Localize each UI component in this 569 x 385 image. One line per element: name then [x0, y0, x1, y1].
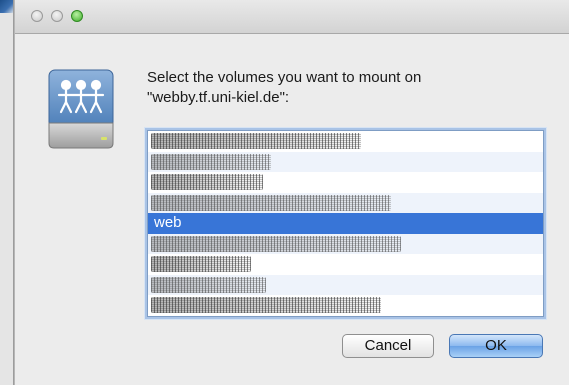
redacted-volume-name [151, 297, 381, 313]
volume-item-redacted[interactable] [148, 192, 543, 213]
title-bar[interactable] [15, 0, 569, 34]
close-button[interactable] [31, 10, 43, 22]
volume-item-label: web [154, 214, 182, 231]
minimize-button[interactable] [51, 10, 63, 22]
volume-item-redacted[interactable] [148, 233, 543, 254]
volume-item-web[interactable]: web [148, 213, 543, 234]
volume-item-redacted[interactable] [148, 274, 543, 295]
redacted-volume-name [151, 133, 361, 149]
redacted-volume-name [151, 174, 263, 190]
mount-prompt: Select the volumes you want to mount on … [147, 68, 527, 108]
redacted-volume-name [151, 153, 271, 170]
volume-item-redacted[interactable] [148, 172, 543, 193]
volume-item-redacted[interactable] [148, 151, 543, 172]
volume-item-redacted[interactable] [148, 131, 543, 152]
mount-volumes-dialog: Select the volumes you want to mount on … [14, 0, 569, 385]
redacted-volume-name [151, 194, 391, 211]
redacted-volume-name [151, 276, 266, 293]
background-window-edge [0, 0, 14, 385]
prompt-line-1: Select the volumes you want to mount on [147, 69, 422, 86]
prompt-line-2: "webby.tf.uni-kiel.de": [147, 89, 290, 106]
redacted-volume-name [151, 256, 251, 272]
zoom-button[interactable] [71, 10, 83, 22]
network-drive-icon [48, 69, 114, 149]
volume-item-redacted[interactable] [148, 254, 543, 275]
volume-item-redacted[interactable] [148, 295, 543, 316]
volume-list[interactable]: web [147, 130, 544, 317]
cancel-button[interactable]: Cancel [342, 334, 434, 358]
background-window-corner [0, 0, 13, 13]
ok-button[interactable]: OK [449, 334, 543, 358]
redacted-volume-name [151, 235, 401, 252]
